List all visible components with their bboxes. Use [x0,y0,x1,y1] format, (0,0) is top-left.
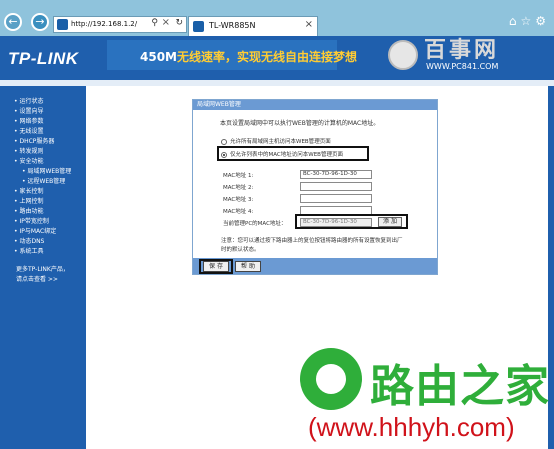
mac1-label: MAC地址 1: [223,173,254,179]
hhhyh-watermark-text: 路由之家 [370,361,550,412]
sidebar-item-network[interactable]: • 网络参数 [14,116,43,125]
banner-slogan: 450M无线速率，实现无线自由连接梦想 [140,48,357,65]
sidebar-item-security[interactable]: • 安全功能 [14,156,43,165]
watermark-text: 百事网 [424,38,500,63]
highlight-box-save [199,259,233,274]
sidebar-item-ddns[interactable]: • 动态DNS [14,236,44,245]
browser-toolbar: ← → http://192.168.1.2/ ⚲ × ↻ TL-WR885N … [0,0,554,36]
refresh-icon[interactable]: ↻ [175,18,183,28]
close-icon[interactable]: × [162,17,170,28]
sidebar-item-bandwidth[interactable]: • IP带宽控制 [14,216,49,225]
site-favicon-icon [57,19,68,30]
panel-title: 局域网WEB管理 [193,100,437,110]
sidebar-item-ip-mac[interactable]: • IP与MAC绑定 [14,226,56,235]
hhhyh-logo-icon [300,348,362,410]
browser-tab[interactable]: TL-WR885N × [188,16,318,36]
current-mac-label: 当前管理PC的MAC地址： [223,221,287,227]
note-line-1: 注意：您可以通过按下路由器上的复位按钮将路由器的所有设置恢复到出厂 [221,238,403,244]
mac2-label: MAC地址 2: [223,185,254,191]
slogan-text: 无线速率，实现无线自由连接梦想 [177,50,358,64]
panel-description: 本页设置局域网中可以执行WEB管理的计算机的MAC地址。 [220,120,380,127]
option-allow-all-label: 允许所有局域网主机访问本WEB管理页面 [230,139,331,145]
mouse-watermark-icon [388,40,418,70]
home-star-gear-icon[interactable]: ⌂☆⚙ [509,14,550,28]
sidebar-item-system-tools[interactable]: • 系统工具 [14,246,43,255]
search-icon[interactable]: ⚲ [151,18,158,28]
sidebar-item-lan-web[interactable]: • 局域网WEB管理 [22,166,71,175]
mac1-input[interactable]: BC-30-7D-96-1D-30 [300,170,372,179]
sidebar-item-dhcp[interactable]: • DHCP服务器 [14,136,54,145]
sidebar-menu: • 运行状态 • 设置向导 • 网络参数 • 无线设置 • DHCP服务器 • … [0,86,86,449]
address-bar[interactable]: http://192.168.1.2/ ⚲ × ↻ [53,16,187,33]
highlight-box-option [217,146,369,161]
sidebar-click-view[interactable]: 请点击查看 >> [16,274,58,283]
sidebar-item-forwarding[interactable]: • 转发规则 [14,146,43,155]
sidebar-item-remote-web[interactable]: • 远程WEB管理 [22,176,65,185]
tab-title: TL-WR885N [209,21,256,30]
panel-footer: 保 存 帮 助 [193,258,437,274]
sidebar-item-wireless[interactable]: • 无线设置 [14,126,43,135]
help-button[interactable]: 帮 助 [235,261,261,272]
slogan-speed: 450M [140,50,177,64]
lan-web-panel: 局域网WEB管理 本页设置局域网中可以执行WEB管理的计算机的MAC地址。 允许… [192,99,438,275]
mac3-input[interactable] [300,194,372,203]
sidebar-item-wizard[interactable]: • 设置向导 [14,106,43,115]
sidebar-item-status[interactable]: • 运行状态 [14,96,43,105]
highlight-box-current [295,214,408,229]
hhhyh-watermark-url: (www.hhhyh.com) [308,412,515,442]
sidebar-more-products[interactable]: 更多TP-LINK产品， [16,264,69,273]
radio-allow-all[interactable] [221,138,227,145]
tab-favicon-icon [193,21,204,32]
watermark-url: WWW.PC841.COM [426,62,499,71]
address-url: http://192.168.1.2/ [71,20,138,28]
mac3-label: MAC地址 3: [223,197,254,203]
tab-close-icon[interactable]: × [305,19,313,30]
note-line-2: 时的默认状态。 [221,247,260,253]
sidebar-item-access-control[interactable]: • 上网控制 [14,196,43,205]
forward-button[interactable]: → [31,13,49,31]
forward-arrow-icon: → [35,15,45,28]
mac4-label: MAC地址 4: [223,209,254,215]
option-allow-all[interactable]: 允许所有局域网主机访问本WEB管理页面 [221,137,331,145]
sidebar-item-parental[interactable]: • 家长控制 [14,186,43,195]
back-button[interactable]: ← [4,13,22,31]
back-arrow-icon: ← [8,15,18,28]
tplink-logo: TP-LINK [8,49,79,68]
mac2-input[interactable] [300,182,372,191]
sidebar-item-routing[interactable]: • 路由功能 [14,206,43,215]
